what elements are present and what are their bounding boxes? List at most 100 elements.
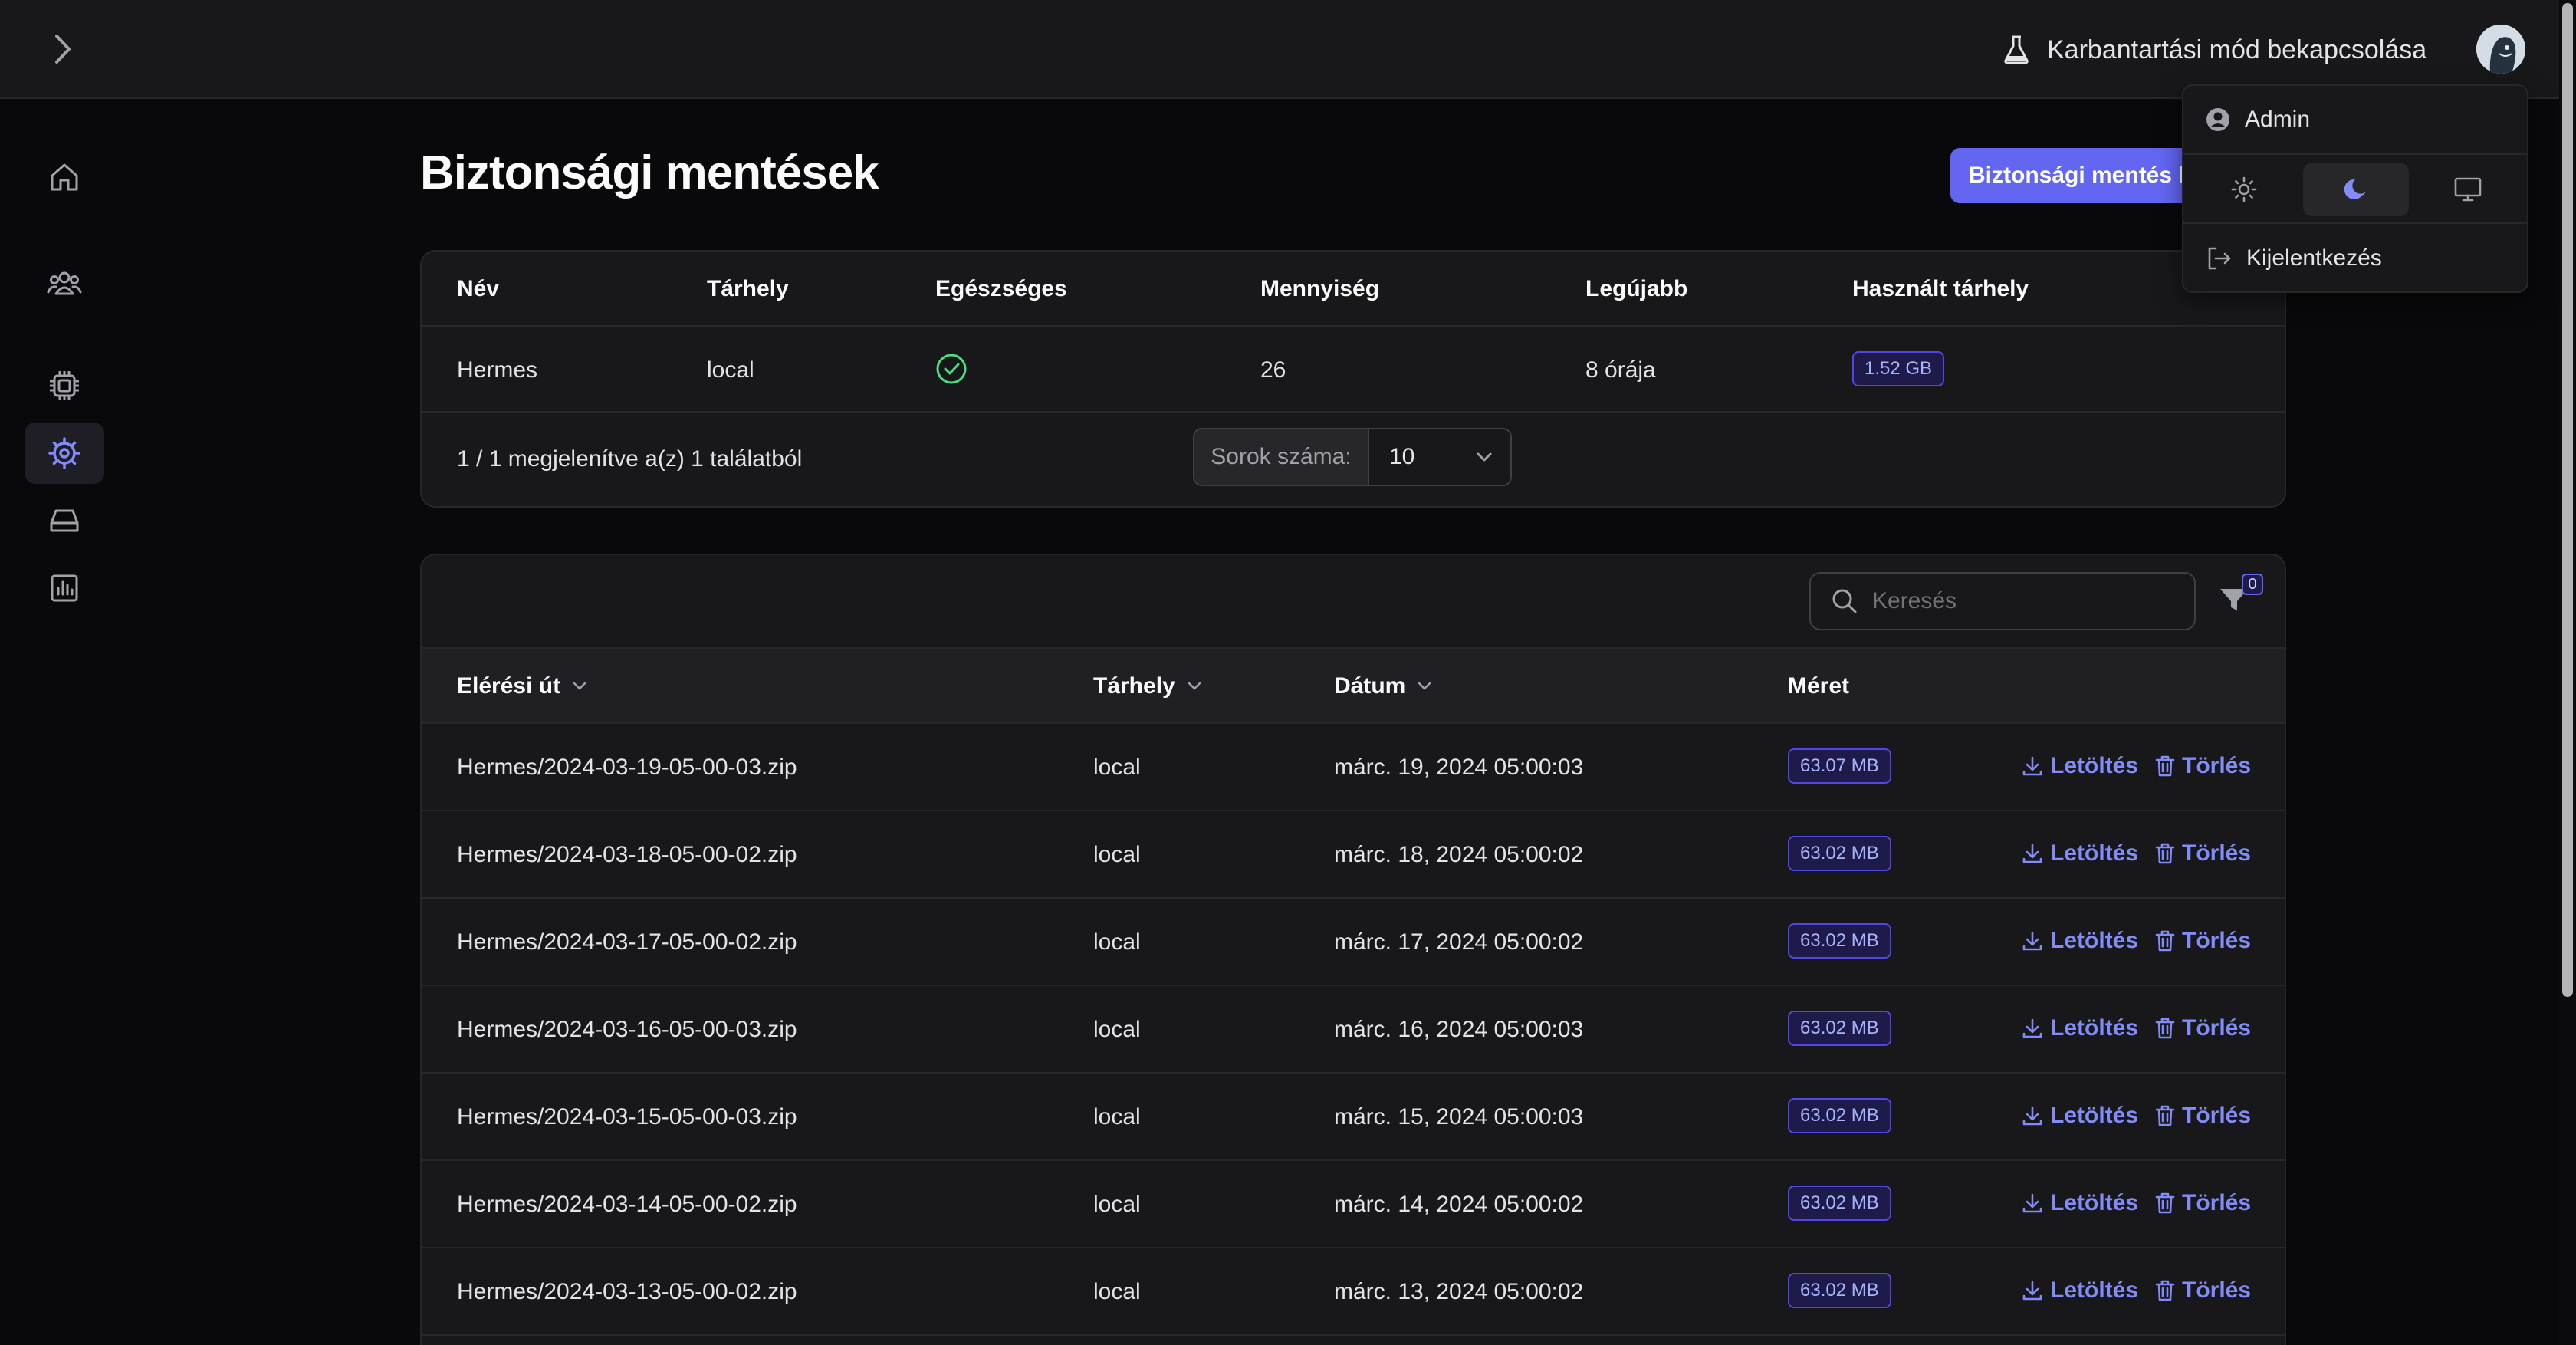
delete-label: Törlés xyxy=(2182,753,2252,778)
sort-path-header[interactable]: Elérési út xyxy=(457,673,588,699)
download-button[interactable]: Letöltés xyxy=(2021,1190,2138,1216)
backup-date: márc. 19, 2024 05:00:03 xyxy=(1334,755,1584,780)
user-circle-icon xyxy=(2206,108,2229,131)
backup-disk: local xyxy=(1093,1017,1141,1042)
summary-disk: local xyxy=(707,357,754,383)
search-input[interactable] xyxy=(1872,588,2179,614)
delete-label: Törlés xyxy=(2182,1103,2252,1128)
backup-disk: local xyxy=(1093,1192,1141,1217)
chevron-down-icon xyxy=(573,682,586,690)
backup-size-badge: 63.02 MB xyxy=(1788,923,1891,959)
delete-button[interactable]: Törlés xyxy=(2154,1015,2251,1041)
trash-icon xyxy=(2155,755,2175,777)
logout-icon xyxy=(2208,247,2231,270)
col-newest-header: Legújabb xyxy=(1585,276,1688,301)
delete-label: Törlés xyxy=(2182,1190,2252,1215)
backup-size-badge: 63.02 MB xyxy=(1788,1273,1891,1308)
delete-label: Törlés xyxy=(2182,1278,2252,1303)
rows-per-page-select[interactable]: Sorok száma: 10 xyxy=(1193,428,1512,486)
sidebar-toggle-button[interactable] xyxy=(46,31,80,67)
download-button[interactable]: Letöltés xyxy=(2021,840,2138,867)
hard-drive-icon xyxy=(50,509,79,532)
download-icon xyxy=(2022,1281,2042,1301)
summary-table-header: Név Tárhely Egészséges Mennyiség Legújab… xyxy=(422,252,2285,327)
chevron-right-icon xyxy=(55,35,71,64)
download-label: Letöltés xyxy=(2050,928,2139,953)
download-icon xyxy=(2022,1193,2042,1213)
delete-button[interactable]: Törlés xyxy=(2154,1103,2251,1129)
download-button[interactable]: Letöltés xyxy=(2021,1103,2138,1129)
download-button[interactable]: Letöltés xyxy=(2021,753,2138,779)
used-storage-badge: 1.52 GB xyxy=(1852,351,1945,386)
delete-label: Törlés xyxy=(2182,928,2252,953)
rows-per-page-label: Sorok száma: xyxy=(1194,429,1369,485)
delete-button[interactable]: Törlés xyxy=(2154,1278,2251,1304)
sidebar-item-home[interactable] xyxy=(25,146,104,208)
moon-icon xyxy=(2344,179,2366,199)
table-row: Hermes local 26 8 órája 1.52 GB xyxy=(422,327,2285,413)
delete-button[interactable]: Törlés xyxy=(2154,753,2251,779)
download-button[interactable]: Letöltés xyxy=(2021,1278,2138,1304)
sidebar xyxy=(0,100,130,1345)
backup-size-badge: 63.07 MB xyxy=(1788,748,1891,784)
backup-path: Hermes/2024-03-19-05-00-03.zip xyxy=(457,755,797,780)
table-row: Hermes/2024-03-13-05-00-02.zip local már… xyxy=(422,1248,2285,1336)
sidebar-item-cpu[interactable] xyxy=(25,355,104,416)
backup-path: Hermes/2024-03-16-05-00-03.zip xyxy=(457,1017,797,1042)
col-name-header: Név xyxy=(457,276,500,301)
page-scrollbar-thumb[interactable] xyxy=(2562,3,2573,997)
download-button[interactable]: Letöltés xyxy=(2021,1015,2138,1041)
delete-label: Törlés xyxy=(2182,840,2252,866)
rows-per-page-value: 10 xyxy=(1389,444,1415,469)
sidebar-item-settings[interactable] xyxy=(25,423,104,484)
backup-disk: local xyxy=(1093,929,1141,955)
col-amount-header: Mennyiség xyxy=(1260,276,1380,301)
table-row: Hermes/2024-03-17-05-00-02.zip local már… xyxy=(422,899,2285,986)
backup-date: márc. 13, 2024 05:00:02 xyxy=(1334,1279,1584,1304)
download-icon xyxy=(2022,931,2042,951)
download-button[interactable]: Letöltés xyxy=(2021,928,2138,954)
rows-per-page-value-box[interactable]: 10 xyxy=(1369,429,1510,485)
summary-amount: 26 xyxy=(1260,357,1286,383)
gear-icon xyxy=(48,437,80,469)
delete-button[interactable]: Törlés xyxy=(2154,1190,2251,1216)
theme-dark-button[interactable] xyxy=(2303,163,2409,216)
maintenance-mode-button[interactable]: Karbantartási mód bekapcsolása xyxy=(2003,29,2426,71)
sidebar-item-stats[interactable] xyxy=(25,557,104,619)
user-menu-profile[interactable]: Admin xyxy=(2183,86,2527,155)
user-menu-dropdown: Admin Kijelentkezés xyxy=(2182,84,2528,293)
table-toolbar: 0 xyxy=(422,555,2285,649)
theme-light-button[interactable] xyxy=(2191,163,2297,216)
backup-path: Hermes/2024-03-17-05-00-02.zip xyxy=(457,929,797,955)
backup-summary-card: Név Tárhely Egészséges Mennyiség Legújab… xyxy=(420,250,2286,508)
home-icon xyxy=(51,163,78,191)
healthy-check-icon xyxy=(935,353,968,389)
backup-path: Hermes/2024-03-14-05-00-02.zip xyxy=(457,1192,797,1217)
avatar[interactable] xyxy=(2476,25,2525,74)
trash-icon xyxy=(2155,843,2175,864)
theme-system-button[interactable] xyxy=(2415,163,2521,216)
backup-path: Hermes/2024-03-13-05-00-02.zip xyxy=(457,1279,797,1304)
chevron-down-icon xyxy=(1188,682,1201,690)
backup-size-badge: 63.02 MB xyxy=(1788,836,1891,871)
users-icon xyxy=(47,271,82,295)
maintenance-mode-label: Karbantartási mód bekapcsolása xyxy=(2047,35,2427,64)
sidebar-item-users[interactable] xyxy=(25,252,104,314)
backups-table-header: Elérési út Tárhely Dátum Méret xyxy=(422,649,2285,724)
filter-count-badge: 0 xyxy=(2242,574,2263,595)
trash-icon xyxy=(2155,1192,2175,1214)
sort-disk-header[interactable]: Tárhely xyxy=(1093,673,1203,699)
backup-size-badge: 63.02 MB xyxy=(1788,1186,1891,1221)
delete-button[interactable]: Törlés xyxy=(2154,928,2251,954)
download-label: Letöltés xyxy=(2050,1103,2139,1128)
backup-date: márc. 14, 2024 05:00:02 xyxy=(1334,1192,1584,1217)
download-label: Letöltés xyxy=(2050,1015,2139,1041)
search-icon xyxy=(1832,589,1857,613)
delete-button[interactable]: Törlés xyxy=(2154,840,2251,867)
summary-name: Hermes xyxy=(457,357,538,383)
download-label: Letöltés xyxy=(2050,753,2139,778)
backup-date: márc. 18, 2024 05:00:02 xyxy=(1334,842,1584,867)
sort-date-header[interactable]: Dátum xyxy=(1334,673,1433,699)
sidebar-item-storage[interactable] xyxy=(25,490,104,551)
logout-button[interactable]: Kijelentkezés xyxy=(2183,224,2527,291)
